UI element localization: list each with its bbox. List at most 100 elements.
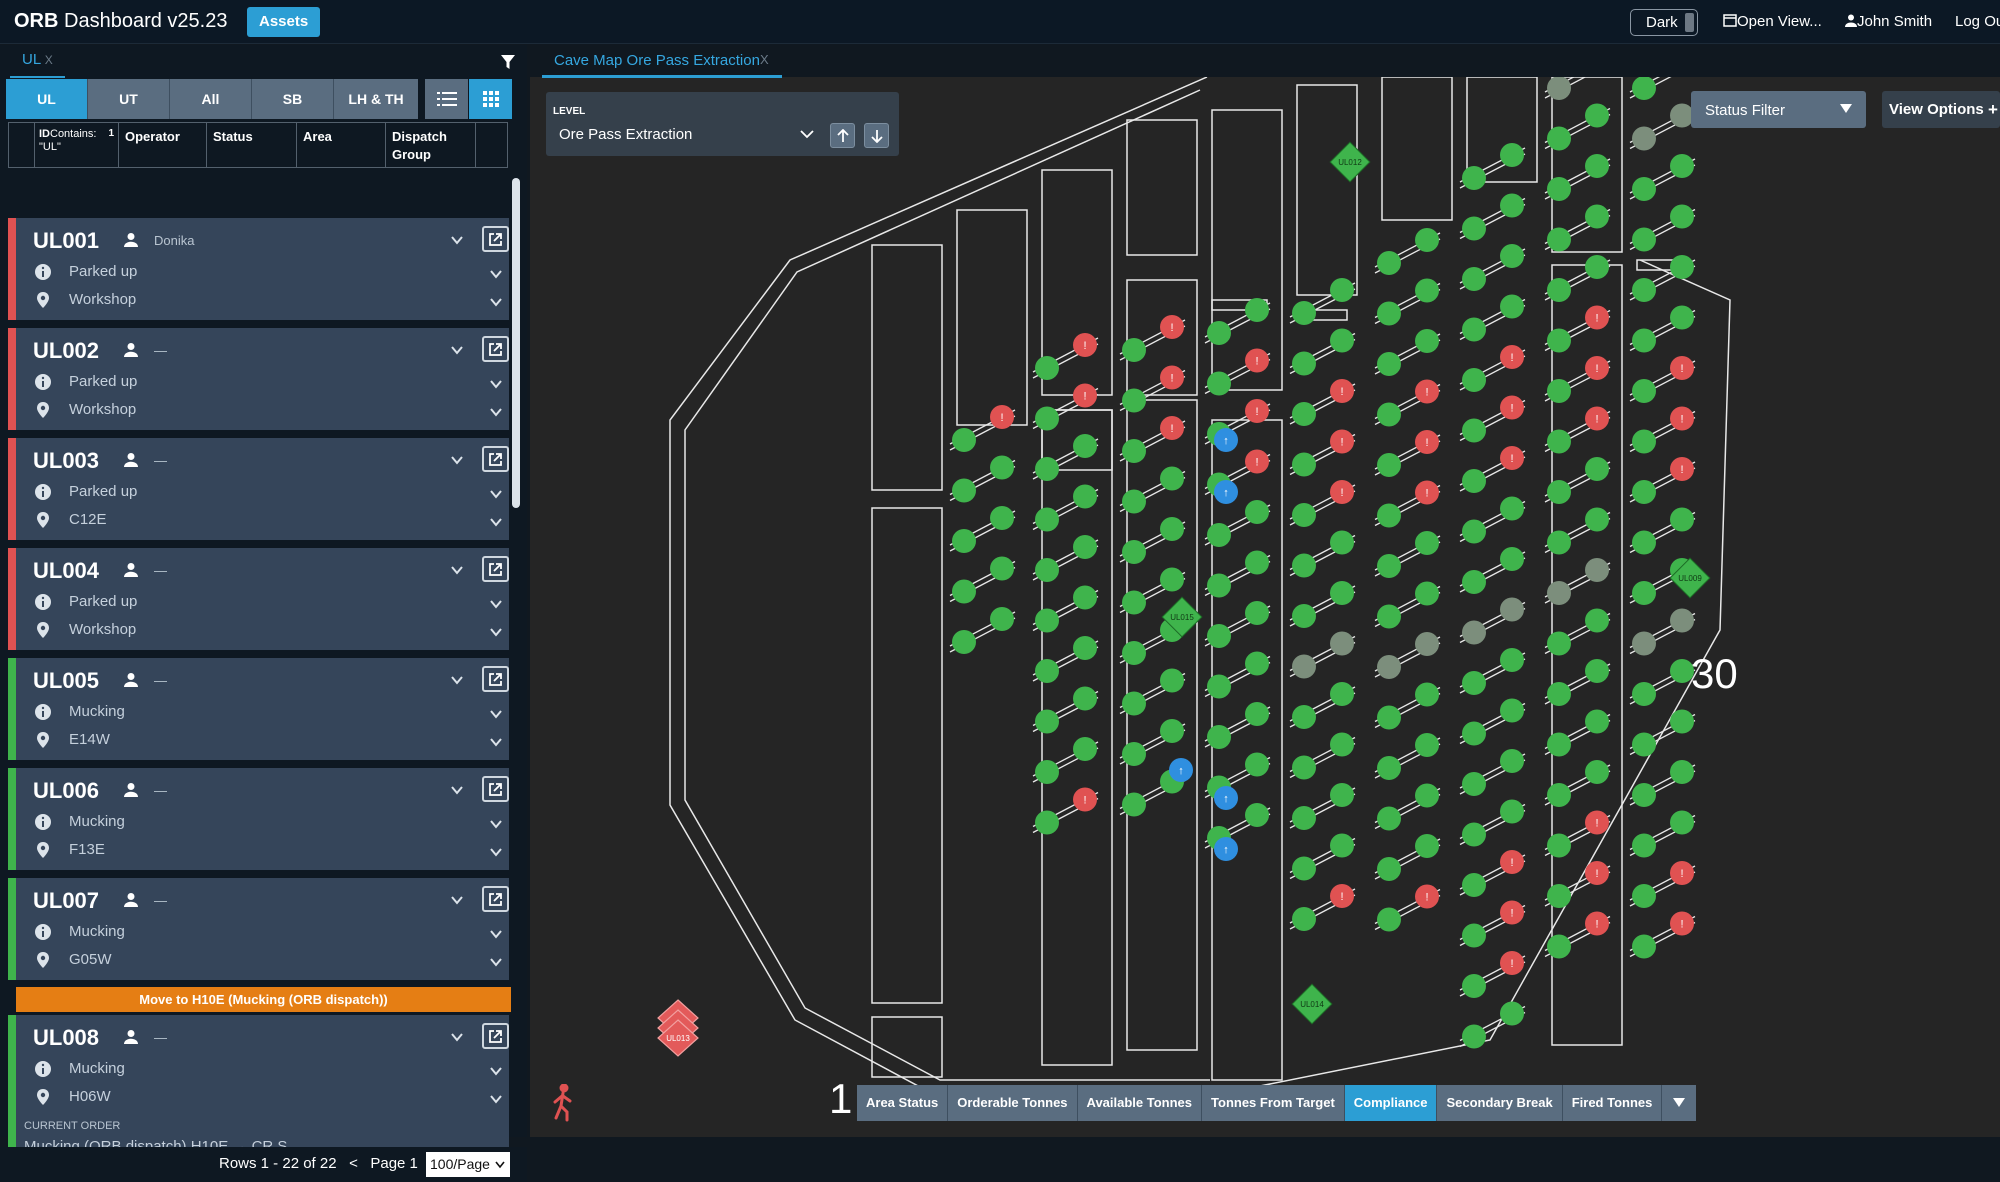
drawpoint[interactable] <box>1459 698 1526 746</box>
chevron-down-icon[interactable] <box>489 377 503 391</box>
drawpoint[interactable] <box>1629 608 1696 656</box>
grid-view-button[interactable] <box>469 79 512 119</box>
drawpoint[interactable] <box>1459 597 1526 645</box>
chevron-down-icon[interactable] <box>489 1064 503 1078</box>
drawpoint[interactable] <box>949 607 1016 654</box>
chevron-down-icon[interactable] <box>800 129 814 139</box>
drawpoint[interactable] <box>1629 204 1696 252</box>
segment-ul[interactable]: UL <box>6 79 88 119</box>
page-size-select[interactable]: 100/Page <box>426 1152 510 1177</box>
drawpoint[interactable] <box>1459 648 1526 695</box>
drawpoint[interactable] <box>1204 298 1271 345</box>
column-id[interactable]: IDContains: "UL" 1 <box>35 123 119 167</box>
drawpoint[interactable] <box>1459 143 1526 190</box>
drawpoint[interactable] <box>1629 255 1696 302</box>
column-status[interactable]: Status <box>207 123 297 167</box>
drawpoint[interactable] <box>1544 608 1611 656</box>
drawpoint[interactable]: ! <box>1629 911 1696 959</box>
drawpoint[interactable] <box>1544 760 1611 807</box>
asset-card[interactable]: UL002 — Parked up Workshop <box>8 328 509 430</box>
chevron-down-icon[interactable] <box>489 597 503 611</box>
drawpoint[interactable]: ! <box>1629 356 1696 403</box>
chevron-down-icon[interactable] <box>450 1030 464 1044</box>
drawpoint[interactable]: ! <box>1544 911 1611 959</box>
drawpoint[interactable]: ! <box>1544 810 1611 858</box>
open-external-button[interactable] <box>482 556 509 582</box>
drawpoint[interactable] <box>1289 328 1356 376</box>
tab-fired-tonnes[interactable]: Fired Tonnes <box>1563 1085 1663 1121</box>
blue-drawpoint[interactable]: ↑ <box>1214 480 1238 504</box>
drawpoint[interactable] <box>1204 500 1271 547</box>
drawpoint[interactable] <box>1204 550 1271 598</box>
drawpoint[interactable] <box>1289 530 1356 578</box>
walking-person-icon[interactable] <box>551 1084 575 1122</box>
chevron-down-icon[interactable] <box>450 783 464 797</box>
drawpoint[interactable] <box>1459 193 1526 241</box>
drawpoint[interactable] <box>1459 496 1526 544</box>
drawpoint[interactable]: ! <box>1289 480 1356 527</box>
open-external-button[interactable] <box>482 446 509 472</box>
chevron-down-icon[interactable] <box>489 625 503 639</box>
drawpoint[interactable] <box>1374 632 1441 679</box>
chevron-down-icon[interactable] <box>489 487 503 501</box>
segment-sb[interactable]: SB <box>252 79 334 119</box>
drawpoint[interactable]: ! <box>1544 305 1611 353</box>
asset-card[interactable]: UL007 — Mucking G05W <box>8 878 509 980</box>
asset-marker-alert[interactable]: UL013 <box>657 999 699 1057</box>
drawpoint[interactable] <box>1544 709 1611 757</box>
drawpoint[interactable] <box>1629 659 1696 706</box>
drawpoint[interactable]: ! <box>1459 900 1526 948</box>
drawpoint[interactable] <box>1204 702 1271 749</box>
blue-drawpoint[interactable]: ↑ <box>1169 758 1193 782</box>
drawpoint[interactable] <box>1629 507 1696 555</box>
drawpoint[interactable] <box>1119 719 1186 766</box>
drawpoint[interactable] <box>1629 305 1696 353</box>
drawpoint[interactable] <box>1459 244 1526 291</box>
map-tab-close-icon[interactable]: X <box>760 52 769 67</box>
drawpoint[interactable] <box>1544 507 1611 555</box>
drawpoint[interactable] <box>1629 103 1696 151</box>
open-external-button[interactable] <box>482 336 509 362</box>
chevron-down-icon[interactable] <box>489 955 503 969</box>
drawpoint[interactable] <box>1544 255 1611 302</box>
drawpoint[interactable] <box>1289 833 1356 881</box>
user-menu[interactable]: John Smith <box>1845 13 1932 30</box>
drawpoint[interactable] <box>1289 631 1356 679</box>
drawpoint[interactable] <box>1289 581 1356 628</box>
column-operator[interactable]: Operator <box>119 123 207 167</box>
drawpoint[interactable]: ! <box>1459 951 1526 998</box>
logout-link[interactable]: Log Ou <box>1955 13 2000 30</box>
drawpoint[interactable] <box>1629 810 1696 858</box>
chevron-down-icon[interactable] <box>450 343 464 357</box>
chevron-down-icon[interactable] <box>489 927 503 941</box>
drawpoint[interactable] <box>1374 682 1441 730</box>
dispatch-banner[interactable]: Move to H10E (Mucking (ORB dispatch)) <box>16 987 511 1012</box>
drawpoint[interactable] <box>1374 834 1441 881</box>
drawpoint[interactable]: ! <box>1629 457 1696 504</box>
drawpoint[interactable]: ! <box>1459 446 1526 493</box>
asset-card[interactable]: UL001 Donika Parked up Workshop <box>8 218 509 320</box>
level-dropdown[interactable]: Ore Pass Extraction <box>559 126 692 143</box>
blue-drawpoint[interactable]: ↑ <box>1214 837 1238 861</box>
theme-toggle[interactable]: Dark <box>1630 9 1698 36</box>
scrollbar-thumb[interactable] <box>512 178 520 508</box>
view-options-button[interactable]: View Options + <box>1882 91 2000 128</box>
drawpoint[interactable] <box>1119 668 1186 716</box>
list-view-button[interactable] <box>425 79 468 119</box>
segment-lh-th[interactable]: LH & TH <box>334 79 418 119</box>
prev-page-button[interactable]: < <box>349 1155 358 1172</box>
drawpoint[interactable] <box>1204 752 1271 800</box>
chevron-down-icon[interactable] <box>450 673 464 687</box>
drawpoint[interactable] <box>1629 154 1696 201</box>
drawpoint[interactable]: ! <box>1629 861 1696 908</box>
drawpoint[interactable]: ! <box>1544 406 1611 454</box>
drawpoint[interactable] <box>1289 783 1356 830</box>
level-up-button[interactable] <box>830 123 855 148</box>
blue-drawpoint[interactable]: ↑ <box>1214 428 1238 452</box>
drawpoint[interactable]: ! <box>1374 379 1441 427</box>
segment-ut[interactable]: UT <box>88 79 170 119</box>
drawpoint[interactable] <box>949 556 1016 604</box>
chevron-down-icon[interactable] <box>450 893 464 907</box>
drawpoint[interactable] <box>1459 547 1526 594</box>
chevron-down-icon[interactable] <box>489 405 503 419</box>
